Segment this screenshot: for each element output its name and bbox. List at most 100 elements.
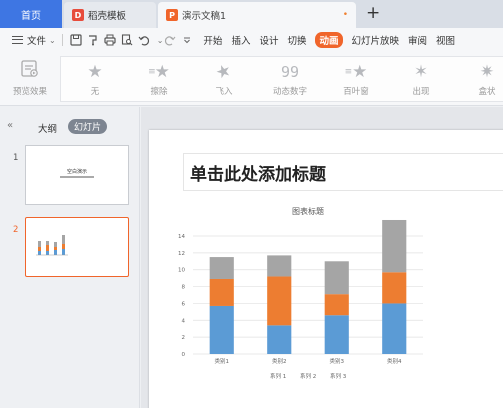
x-tick-label: 类别2 [272, 357, 287, 365]
effect-label: 出现 [412, 87, 430, 97]
customize-toolbar-icon[interactable] [180, 33, 194, 47]
y-tick-label: 12 [178, 251, 185, 257]
bar-segment [209, 257, 234, 279]
slide-number: 2 [13, 225, 19, 235]
current-slide[interactable]: 单击此处添加标题 图表标题 0 2 4 6 8 10 12 14 类别1 类别2 类别3 类别4 系列 1… [149, 130, 503, 408]
effect-appear[interactable]: ✶ 出现 [391, 57, 451, 103]
menu-item[interactable]: 审阅 [408, 33, 427, 47]
menu-item[interactable]: 幻灯片放映 [352, 33, 400, 47]
effect-label: 动态数字 [272, 87, 307, 97]
bar-segment [209, 305, 234, 354]
chevron-down-icon[interactable]: ⌄ [49, 36, 56, 45]
y-tick-label: 4 [182, 318, 186, 324]
bar-segment [324, 315, 349, 354]
y-tick-label: 8 [182, 285, 186, 291]
animation-ribbon: 预览效果 ★ 无 ≡ ★ 擦除 ★ 飞入 99 动态数字 ≡ ★ 百叶窗 ✶ 出现 … [0, 52, 503, 106]
effect-box[interactable]: ✷ 盒状 [457, 57, 503, 103]
print-icon[interactable] [103, 33, 117, 47]
x-tick-label: 类别4 [387, 357, 402, 365]
menu-item[interactable]: 插入 [231, 33, 250, 47]
appear-star-icon: ✶ [413, 62, 429, 82]
preview-effect-label: 预览效果 [12, 87, 47, 97]
preview-effect-button[interactable]: 预览效果 [6, 56, 54, 102]
slide-canvas: 单击此处添加标题 图表标题 0 2 4 6 8 10 12 14 类别1 类别2 类别3 类别4 系列 1… [141, 107, 503, 408]
y-tick-label: 6 [182, 301, 186, 307]
new-tab-button[interactable]: + [366, 3, 380, 23]
unsaved-dot-icon: • [342, 10, 348, 20]
effect-fly-in[interactable]: ★ 飞入 [194, 57, 254, 103]
docer-logo-icon: D [72, 9, 84, 21]
dynamic-number-icon: 99 [280, 63, 300, 81]
bar-segment [382, 219, 407, 273]
effect-label: 飞入 [215, 87, 233, 97]
tab-slides[interactable]: 幻灯片 [68, 119, 108, 134]
bar-segment [382, 303, 407, 354]
undo-dropdown-icon[interactable]: ⌄ [157, 36, 164, 45]
tab-bar: 首页 D 稻壳模板 P 演示文稿1 • + [0, 0, 503, 28]
legend-entry: 系列 3 [330, 372, 347, 380]
tab-templates[interactable]: D 稻壳模板 [64, 2, 156, 28]
menu-item-active[interactable]: 动画 [315, 32, 343, 48]
menu-item[interactable]: 设计 [259, 33, 278, 47]
blinds-star-icon: ≡ ★ [344, 62, 368, 82]
wipe-star-icon: ≡ ★ [148, 62, 170, 82]
y-tick-label: 0 [182, 352, 186, 358]
menu-item[interactable]: 切换 [287, 33, 306, 47]
bar-segment [382, 272, 407, 304]
slide-panel: « 大纲 幻灯片 1 空白演示 2 [0, 107, 140, 408]
save-icon[interactable] [69, 33, 83, 47]
slide-thumbnail-1[interactable]: 空白演示 [25, 145, 129, 205]
stacked-bar-chart[interactable]: 图表标题 0 2 4 6 8 10 12 14 类别1 类别2 类别3 类别4 系列 1 系列 2 系列 3 [163, 200, 433, 400]
effect-label: 擦除 [150, 87, 168, 97]
fly-in-star-icon: ★ [213, 59, 235, 85]
print-preview-icon[interactable] [120, 33, 134, 47]
tab-home[interactable]: 首页 [0, 0, 62, 28]
x-tick-label: 类别3 [330, 357, 345, 365]
bar-segment [324, 261, 349, 295]
effect-blinds[interactable]: ≡ ★ 百叶窗 [326, 57, 386, 103]
effect-label: 百叶窗 [343, 87, 369, 97]
x-tick-label: 类别1 [215, 357, 230, 365]
redo-icon[interactable] [163, 33, 177, 47]
effect-wipe[interactable]: ≡ ★ 擦除 [129, 57, 189, 103]
tab-home-label: 首页 [21, 10, 41, 22]
y-tick-label: 14 [178, 234, 185, 240]
bar-segment [209, 278, 234, 306]
legend-entry: 系列 2 [300, 372, 316, 380]
tab-outline[interactable]: 大纲 [38, 121, 57, 135]
bar-segment [324, 294, 349, 316]
collapse-panel-icon[interactable]: « [7, 120, 13, 131]
y-tick-label: 10 [178, 268, 185, 274]
effect-gallery: ★ 无 ≡ ★ 擦除 ★ 飞入 99 动态数字 ≡ ★ 百叶窗 ✶ 出现 ✷ 盒状 [60, 56, 503, 102]
effect-label: 盒状 [478, 87, 496, 97]
slide-thumbnail-2[interactable] [25, 217, 129, 277]
menu-divider [61, 34, 63, 46]
presentation-logo-icon: P [166, 9, 178, 21]
bar-segment [267, 255, 292, 277]
box-star-icon: ✷ [479, 62, 495, 82]
menu-bar: 文件 ⌄ ⌄ 开始 插入 设计 切换 动画 幻灯片放映 审阅 视图 [0, 28, 503, 52]
menu-file[interactable]: 文件 [27, 33, 46, 47]
bar-segment [267, 325, 292, 354]
hamburger-icon[interactable] [12, 36, 23, 44]
thumbnail-chart [36, 235, 68, 256]
menu-item[interactable]: 开始 [203, 33, 222, 47]
effect-none[interactable]: ★ 无 [65, 57, 125, 103]
preview-icon [21, 60, 38, 77]
effect-label: 无 [90, 87, 100, 97]
y-tick-label: 2 [182, 335, 186, 341]
tab-document[interactable]: P 演示文稿1 • [158, 2, 356, 28]
title-placeholder[interactable]: 单击此处添加标题 [183, 153, 503, 191]
star-icon: ★ [87, 62, 103, 82]
chart-title: 图表标题 [292, 206, 324, 216]
effect-dynamic-number[interactable]: 99 动态数字 [260, 57, 320, 103]
format-painter-icon[interactable] [86, 33, 100, 47]
thumbnail-title: 空白演示 [66, 169, 87, 175]
menu-item[interactable]: 视图 [436, 33, 455, 47]
tab-templates-label: 稻壳模板 [88, 11, 127, 22]
legend-entry: 系列 1 [270, 372, 286, 380]
thumbnail-subtitle-line [60, 176, 94, 178]
undo-icon[interactable] [137, 33, 151, 47]
tab-document-label: 演示文稿1 [182, 11, 227, 22]
bar-segment [267, 276, 292, 326]
